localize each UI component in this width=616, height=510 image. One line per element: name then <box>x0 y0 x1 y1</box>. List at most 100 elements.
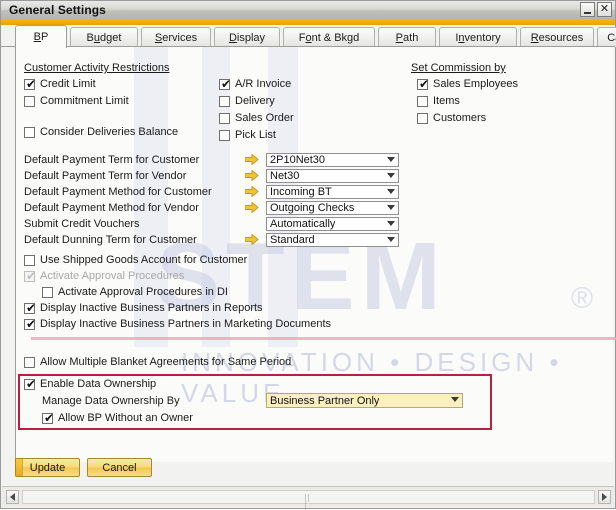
checkbox-option-0[interactable] <box>24 255 35 266</box>
checkbox-option-3[interactable]: ✔ <box>24 301 37 315</box>
dropdown-default-4[interactable]: Automatically <box>266 217 399 231</box>
label-doc-1: Delivery <box>235 95 275 107</box>
label-commission-2: Customers <box>433 112 487 124</box>
label-option-4: Display Inactive Business Partners in Ma… <box>40 318 332 330</box>
chevron-down-icon[interactable] <box>387 221 395 226</box>
checkbox-doc-1[interactable] <box>219 96 230 107</box>
checkbox-0[interactable]: ✔ <box>24 77 37 91</box>
scrollbar-track[interactable] <box>22 490 595 510</box>
label-default-1: Default Payment Term for Vendor <box>24 170 187 182</box>
label-doc-2: Sales Order <box>235 112 294 124</box>
label-default-5: Default Dunning Term for Customer <box>24 234 197 246</box>
checkbox-option-4[interactable]: ✔ <box>24 317 37 331</box>
window-title: General Settings <box>9 3 106 17</box>
dropdown-default-2-value: Incoming BT <box>270 186 332 198</box>
right-arrow-icon <box>245 234 259 245</box>
tab-label: Services <box>154 31 198 44</box>
watermark-registered: ® <box>571 282 594 315</box>
dropdown-default-3[interactable]: Outgoing Checks <box>266 201 399 215</box>
horizontal-scrollbar[interactable] <box>2 486 614 510</box>
tab-label: Budget <box>86 31 122 44</box>
chevron-down-icon[interactable] <box>387 173 395 178</box>
label-default-4: Submit Credit Vouchers <box>24 218 140 230</box>
scroll-right-icon[interactable] <box>598 490 611 504</box>
bp-settings-panel: STEM ® INNOVATION • DESIGN • VALUE Custo… <box>15 47 616 462</box>
tab-budget[interactable]: Budget <box>70 27 138 47</box>
label-default-0: Default Payment Term for Customer <box>24 154 200 166</box>
check-icon: ✔ <box>26 301 37 315</box>
tab-label: Resources <box>530 31 584 44</box>
check-icon: ✔ <box>419 77 430 91</box>
dropdown-default-0-value: 2P10Net30 <box>270 154 326 166</box>
tab-resources[interactable]: Resources <box>520 27 594 47</box>
general-settings-window: General Settings ✕ BP Budget Services Displ… <box>0 0 616 510</box>
dropdown-default-4-value: Automatically <box>270 218 336 230</box>
tab-label: Path <box>395 31 419 44</box>
group-title-customer-activity-restrictions: Customer Activity Restrictions <box>24 62 170 74</box>
scroll-left-icon[interactable] <box>6 490 19 504</box>
chevron-down-icon[interactable] <box>387 205 395 210</box>
tab-label: Inventory <box>455 31 501 44</box>
minimize-icon[interactable] <box>580 2 595 17</box>
window-controls: ✕ <box>580 2 612 17</box>
cancel-button[interactable]: Cancel <box>87 458 152 477</box>
tab-services[interactable]: Services <box>141 27 211 47</box>
checkbox-option-2[interactable] <box>42 287 53 298</box>
checkbox-1[interactable] <box>24 96 35 107</box>
tab-inventory[interactable]: Inventory <box>439 27 517 47</box>
checkbox-option-1: ✔ <box>24 270 36 282</box>
tab-bp[interactable]: BP <box>15 25 67 48</box>
label-restriction-1: Commitment Limit <box>40 95 129 107</box>
tab-strip: BP Budget Services Display Font & Bkgd Path In… <box>1 25 616 48</box>
right-arrow-icon <box>245 170 259 181</box>
label-doc-3: Pick List <box>235 129 276 141</box>
dropdown-default-1[interactable]: Net30 <box>266 169 399 183</box>
checkbox-doc-3[interactable] <box>219 130 230 141</box>
label-default-3: Default Payment Method for Vendor <box>24 202 199 214</box>
tab-label: BP <box>33 31 49 43</box>
scrollbar-grip[interactable] <box>304 494 313 510</box>
tab-font-bkgd[interactable]: Font & Bkgd <box>283 27 375 47</box>
checkbox-commission-0[interactable]: ✔ <box>417 77 430 91</box>
tab-label: Font & Bkgd <box>298 31 360 44</box>
chevron-down-icon[interactable] <box>387 189 395 194</box>
chevron-down-icon[interactable] <box>387 157 395 162</box>
cancel-button-label: Cancel <box>102 461 137 474</box>
title-bar: General Settings ✕ <box>1 1 615 21</box>
update-button[interactable]: Update <box>15 458 80 477</box>
tab-label: Display <box>228 31 266 44</box>
dropdown-default-0[interactable]: 2P10Net30 <box>266 153 399 167</box>
dropdown-default-5[interactable]: Standard <box>266 233 399 247</box>
check-icon: ✔ <box>26 77 37 91</box>
right-arrow-icon <box>245 202 259 213</box>
label-option-1: Activate Approval Procedures <box>40 270 185 282</box>
tab-cas[interactable]: Cas <box>597 27 616 47</box>
checkbox-commission-2[interactable] <box>417 113 428 124</box>
watermark-rule <box>31 337 616 340</box>
button-edge <box>16 459 23 476</box>
checkbox-2[interactable] <box>24 127 35 138</box>
label-restriction-2: Consider Deliveries Balance <box>40 126 179 138</box>
right-arrow-icon <box>245 154 259 165</box>
label-option-0: Use Shipped Goods Account for Customer <box>40 254 248 266</box>
checkbox-doc-0[interactable]: ✔ <box>219 77 232 91</box>
chevron-down-icon[interactable] <box>387 237 395 242</box>
checkbox-commission-1[interactable] <box>417 96 428 107</box>
check-icon: ✔ <box>26 317 37 331</box>
tab-label: Cas <box>607 31 616 44</box>
right-arrow-icon <box>245 186 259 197</box>
label-option-3: Display Inactive Business Partners in Re… <box>40 302 263 314</box>
dropdown-default-2[interactable]: Incoming BT <box>266 185 399 199</box>
group-title-set-commission-by: Set Commission by <box>411 62 506 74</box>
close-icon[interactable]: ✕ <box>597 2 612 17</box>
dropdown-default-3-value: Outgoing Checks <box>270 202 355 214</box>
label-option-5: Allow Multiple Blanket Agreements for Sa… <box>40 356 292 368</box>
check-icon: ✔ <box>221 77 232 91</box>
tab-display[interactable]: Display <box>214 27 280 47</box>
tab-path[interactable]: Path <box>378 27 436 47</box>
checkbox-option-5[interactable] <box>24 357 35 368</box>
label-default-2: Default Payment Method for Customer <box>24 186 212 198</box>
dropdown-default-1-value: Net30 <box>270 170 300 182</box>
checkbox-doc-2[interactable] <box>219 113 230 124</box>
dropdown-default-5-value: Standard <box>270 234 315 246</box>
